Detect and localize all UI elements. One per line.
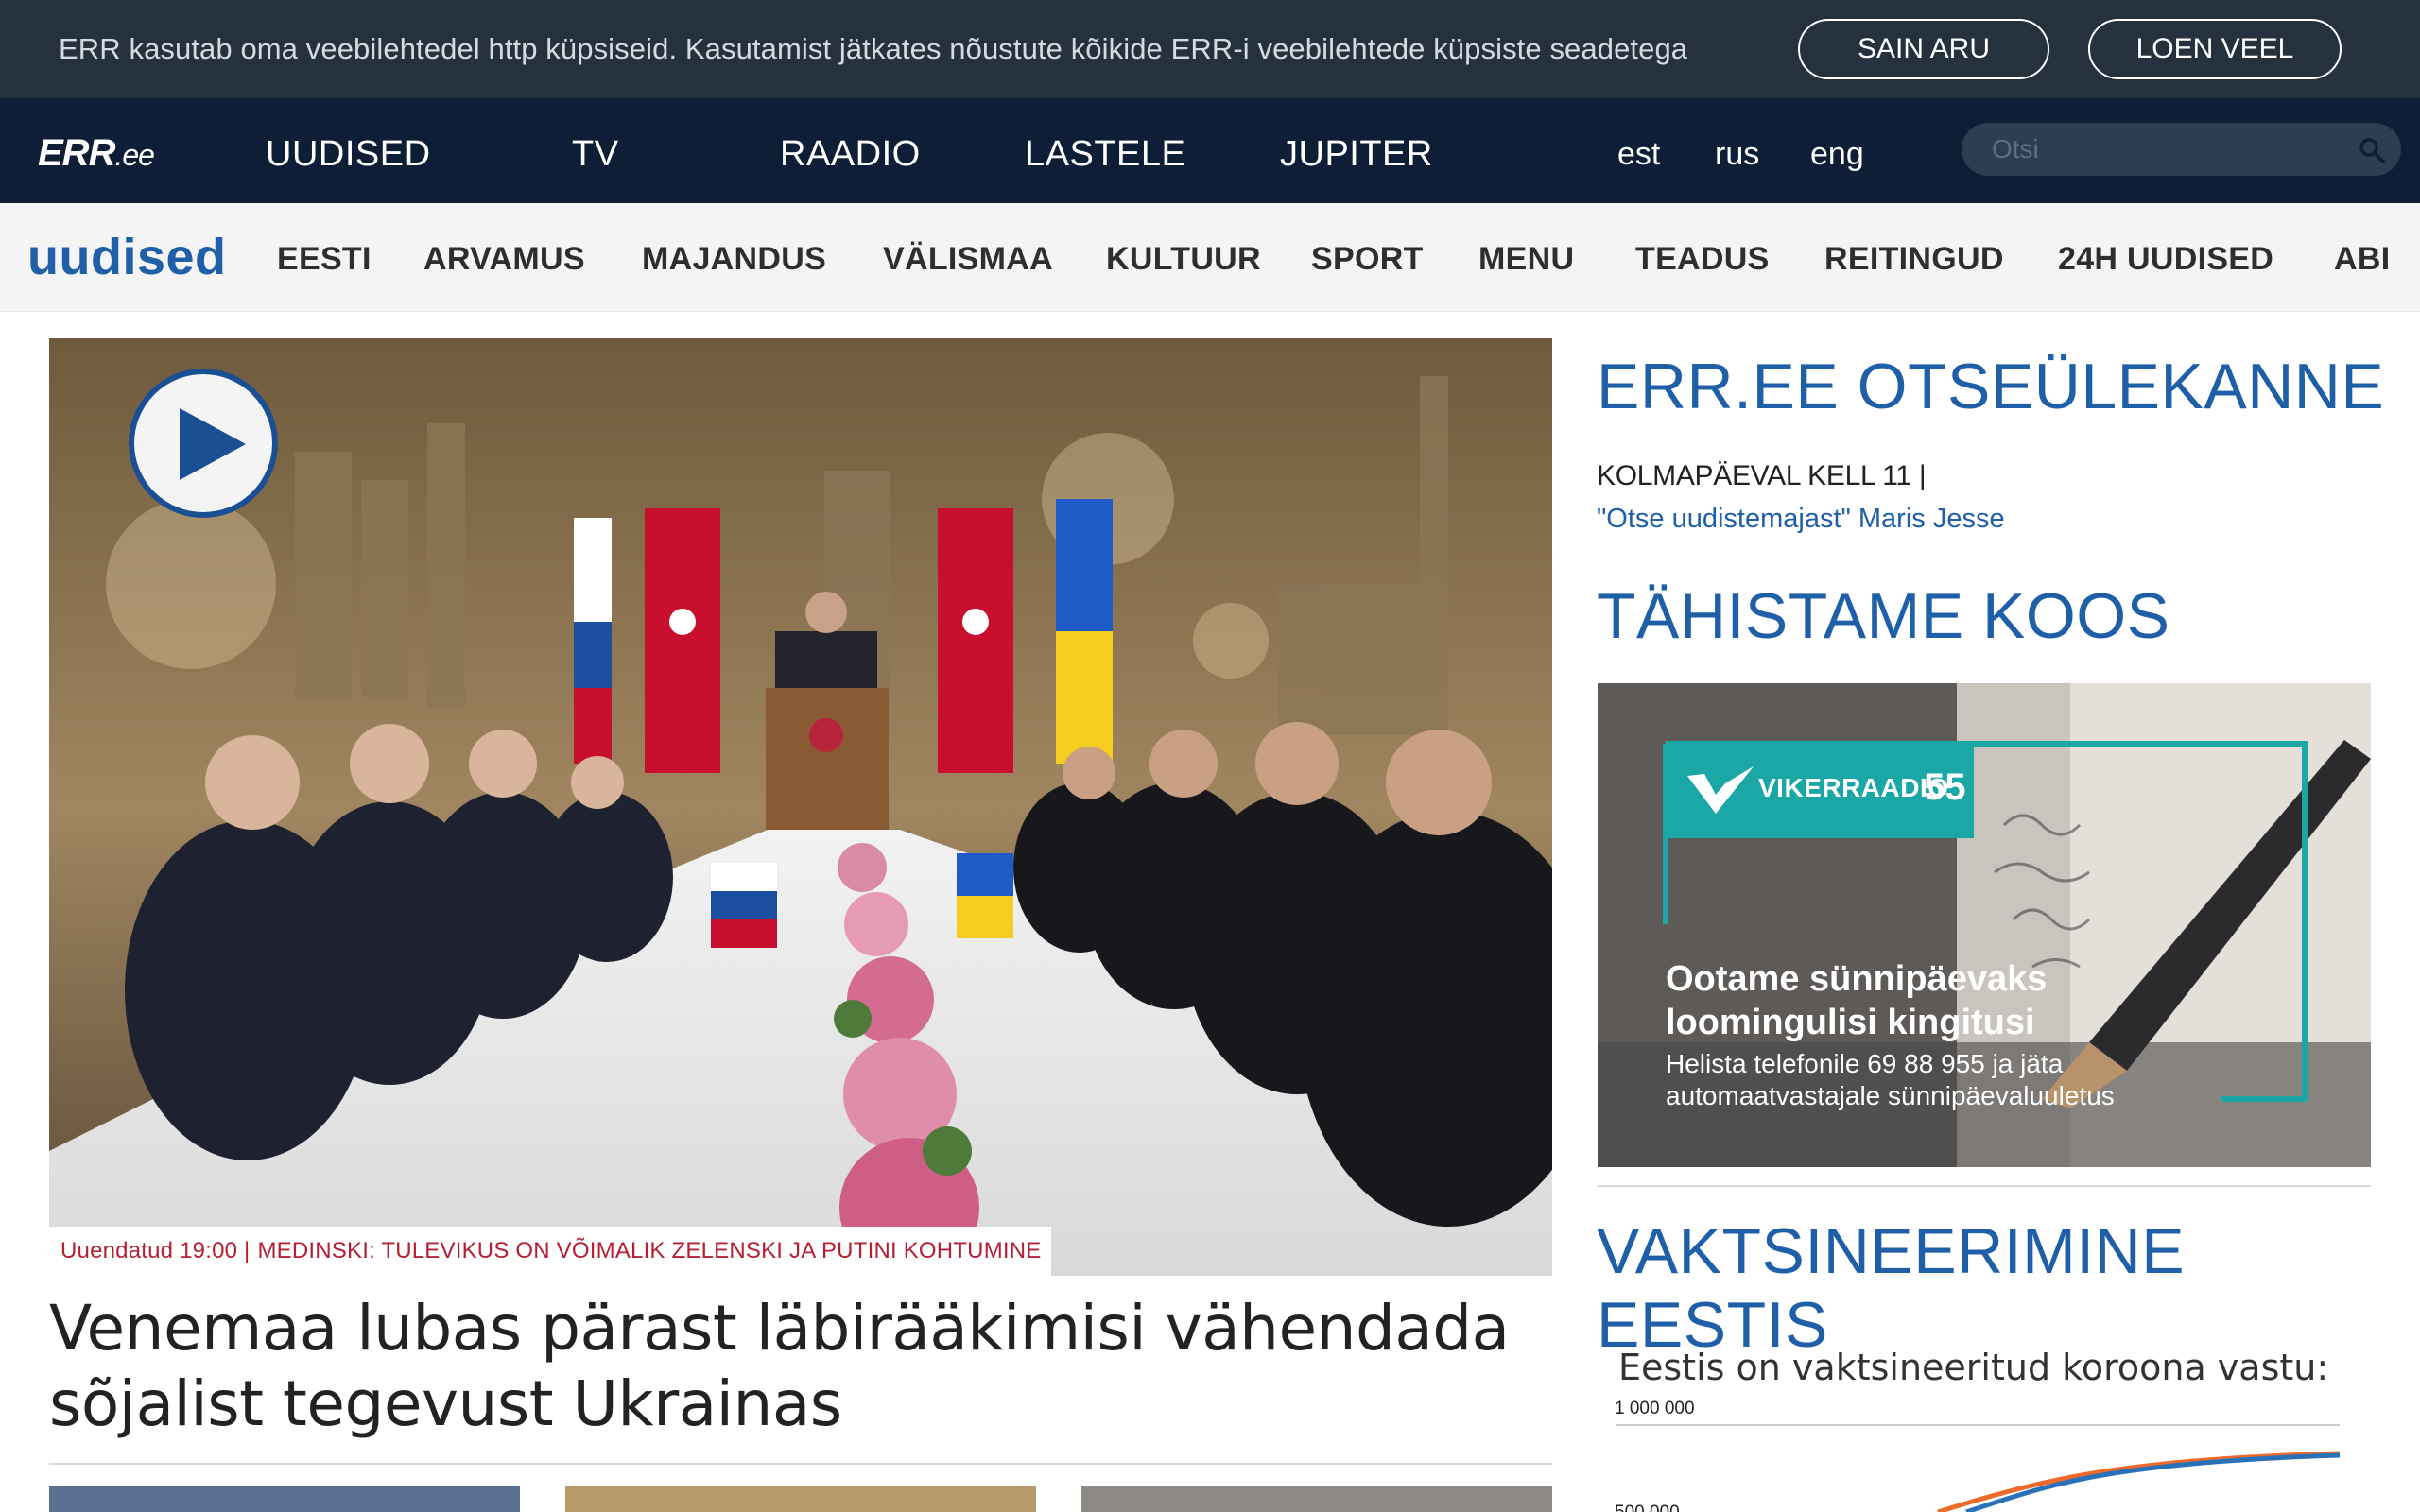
vikerraadio-number: 55 bbox=[1924, 766, 1966, 808]
section-item-arvamus[interactable]: ARVAMUS bbox=[424, 241, 585, 278]
cookie-banner: ERR kasutab oma veebilehtedel http küpsi… bbox=[0, 0, 2420, 98]
caption-update-time: Uuendatud 19:00 | bbox=[60, 1238, 251, 1263]
nav-item-jupiter[interactable]: JUPITER bbox=[1280, 134, 1433, 175]
search-box bbox=[1962, 123, 2401, 176]
article-thumbnail[interactable] bbox=[1081, 1486, 1552, 1512]
section-item-kultuur[interactable]: KULTUUR bbox=[1106, 241, 1261, 278]
search-icon[interactable] bbox=[2358, 136, 2386, 164]
play-icon bbox=[180, 408, 246, 480]
main-article-headline[interactable]: Venemaa lubas pärast läbirääkimisi vähen… bbox=[49, 1291, 1552, 1442]
divider bbox=[49, 1463, 1552, 1465]
caption-text: MEDINSKI: TULEVIKUS ON VÕIMALIK ZELENSKI… bbox=[257, 1238, 1042, 1263]
cookie-text: ERR kasutab oma veebilehtedel http küpsi… bbox=[59, 32, 1688, 65]
section-title[interactable]: uudised bbox=[27, 228, 227, 286]
cookie-read-more-button[interactable]: LOEN VEEL bbox=[2088, 19, 2342, 79]
nav-item-lastele[interactable]: LASTELE bbox=[1025, 134, 1185, 175]
section-item-24h-uudised[interactable]: 24H UUDISED bbox=[2058, 241, 2273, 278]
section-item-menu[interactable]: MENU bbox=[1478, 241, 1574, 278]
lang-eng[interactable]: eng bbox=[1810, 136, 1864, 173]
err-logo[interactable]: ERR.ee bbox=[38, 132, 155, 175]
search-input[interactable] bbox=[1992, 132, 2332, 166]
vaccination-subtitle: Eestis on vaktsineeritud koroona vastu: bbox=[1618, 1347, 2329, 1388]
vaccination-chart-lines bbox=[1616, 1424, 2341, 1512]
main-article-image[interactable] bbox=[49, 338, 1552, 1276]
cookie-accept-button[interactable]: SAIN ARU bbox=[1798, 19, 2049, 79]
press-conference-photo bbox=[49, 338, 1552, 1276]
nav-item-raadio[interactable]: RAADIO bbox=[780, 134, 921, 175]
promo-heading: Ootame sünnipäevaks loomingulisi kingitu… bbox=[1666, 959, 2048, 1042]
section-nav: uudised EESTI ARVAMUS MAJANDUS VÄLISMAA … bbox=[0, 203, 2420, 312]
lang-est[interactable]: est bbox=[1617, 136, 1660, 173]
article-update-caption[interactable]: Uuendatud 19:00 | MEDINSKI: TULEVIKUS ON… bbox=[49, 1227, 1051, 1276]
top-nav: ERR.ee UUDISED TV RAADIO LASTELE JUPITER… bbox=[0, 98, 2420, 203]
section-item-valismaa[interactable]: VÄLISMAA bbox=[883, 241, 1053, 278]
live-broadcast-title[interactable]: ERR.EE OTSEÜLEKANNE bbox=[1597, 350, 2384, 423]
article-thumbnail[interactable] bbox=[565, 1486, 1036, 1512]
vikerraadio-promo-banner[interactable]: VIKERRAADIO 55 Ootame sünnipäevaks loomi… bbox=[1598, 683, 2371, 1167]
video-play-button[interactable] bbox=[129, 369, 278, 518]
divider bbox=[1598, 1185, 2371, 1187]
vikerraadio-brand: VIKERRAADIO bbox=[1758, 773, 1949, 802]
section-item-eesti[interactable]: EESTI bbox=[277, 241, 372, 278]
nav-item-tv[interactable]: TV bbox=[572, 134, 619, 175]
section-item-sport[interactable]: SPORT bbox=[1311, 241, 1424, 278]
section-item-teadus[interactable]: TEADUS bbox=[1635, 241, 1770, 278]
lang-rus[interactable]: rus bbox=[1715, 136, 1759, 173]
article-thumbnail[interactable] bbox=[49, 1486, 520, 1512]
celebrate-title[interactable]: TÄHISTAME KOOS bbox=[1597, 579, 2169, 653]
nav-item-uudised[interactable]: UUDISED bbox=[266, 134, 431, 175]
vikerraadio-logo-icon bbox=[1687, 766, 1754, 814]
live-broadcast-time: KOLMAPÄEVAL KELL 11 | bbox=[1597, 460, 1927, 491]
section-item-abi[interactable]: ABI bbox=[2334, 241, 2390, 278]
section-item-majandus[interactable]: MAJANDUS bbox=[642, 241, 826, 278]
live-broadcast-link[interactable]: "Otse uudistemajast" Maris Jesse bbox=[1597, 504, 2005, 535]
vaccination-title[interactable]: VAKTSINEERIMINE EESTIS bbox=[1597, 1214, 2420, 1362]
vaccination-chart[interactable]: 1 000 000 500 000 bbox=[1607, 1397, 2363, 1512]
promo-body: Helista telefonile 69 88 955 ja jäta aut… bbox=[1666, 1049, 2115, 1110]
section-item-reitingud[interactable]: REITINGUD bbox=[1824, 241, 2004, 278]
